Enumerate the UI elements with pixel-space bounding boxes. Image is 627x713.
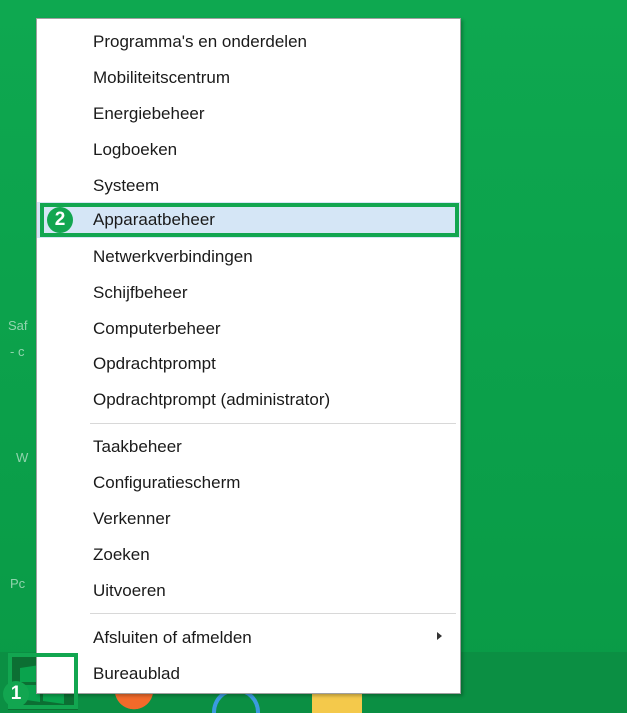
menu-item-programs-features[interactable]: Programma's en onderdelen (37, 24, 460, 60)
menu-separator (90, 423, 456, 424)
menu-item-label: Schijfbeheer (93, 283, 188, 302)
menu-item-power-options[interactable]: Energiebeheer (37, 96, 460, 132)
menu-item-disk-management[interactable]: Schijfbeheer (37, 275, 460, 311)
menu-item-label: Zoeken (93, 545, 150, 564)
menu-item-task-manager[interactable]: Taakbeheer (37, 429, 460, 465)
menu-item-mobility-center[interactable]: Mobiliteitscentrum (37, 60, 460, 96)
menu-item-label: Bureaublad (93, 664, 180, 683)
menu-item-label: Configuratiescherm (93, 473, 241, 492)
menu-item-search[interactable]: Zoeken (37, 537, 460, 573)
desktop-ghost-text: - c (10, 344, 25, 359)
menu-item-label: Mobiliteitscentrum (93, 68, 230, 87)
menu-item-label: Afsluiten of afmelden (93, 628, 252, 647)
menu-item-label: Energiebeheer (93, 104, 205, 123)
menu-item-control-panel[interactable]: Configuratiescherm (37, 465, 460, 501)
menu-item-event-viewer[interactable]: Logboeken (37, 132, 460, 168)
menu-item-label: Opdrachtprompt (93, 354, 216, 373)
menu-item-command-prompt[interactable]: Opdrachtprompt (37, 346, 460, 382)
menu-item-label: Verkenner (93, 509, 171, 528)
desktop-ghost-text: W (16, 450, 29, 465)
menu-item-shutdown-signout[interactable]: Afsluiten of afmelden (37, 620, 460, 656)
menu-item-command-prompt-admin[interactable]: Opdrachtprompt (administrator) (37, 382, 460, 418)
desktop-ghost-text: Pc (10, 576, 26, 591)
submenu-arrow-icon (437, 632, 442, 640)
menu-item-label: Taakbeheer (93, 437, 182, 456)
menu-item-label: Uitvoeren (93, 581, 166, 600)
menu-item-desktop[interactable]: Bureaublad (37, 656, 460, 692)
step-1-badge: 1 (3, 681, 29, 707)
menu-item-label: Netwerkverbindingen (93, 247, 253, 266)
menu-item-label: Opdrachtprompt (administrator) (93, 390, 331, 409)
desktop-ghost-text: Saf (8, 318, 28, 333)
menu-item-system[interactable]: Systeem (37, 168, 460, 204)
menu-item-label: Programma's en onderdelen (93, 32, 307, 51)
menu-item-label: Computerbeheer (93, 319, 221, 338)
menu-item-network-connections[interactable]: Netwerkverbindingen (37, 239, 460, 275)
menu-item-label: Logboeken (93, 140, 178, 159)
step-2-badge: 2 (47, 207, 73, 233)
menu-separator (90, 613, 456, 614)
menu-item-computer-management[interactable]: Computerbeheer (37, 311, 460, 347)
menu-item-label: Systeem (93, 176, 160, 195)
step-2-highlight-box (40, 203, 459, 237)
quick-link-menu: Programma's en onderdelen Mobiliteitscen… (36, 18, 461, 694)
menu-item-file-explorer[interactable]: Verkenner (37, 501, 460, 537)
menu-item-run[interactable]: Uitvoeren (37, 573, 460, 609)
